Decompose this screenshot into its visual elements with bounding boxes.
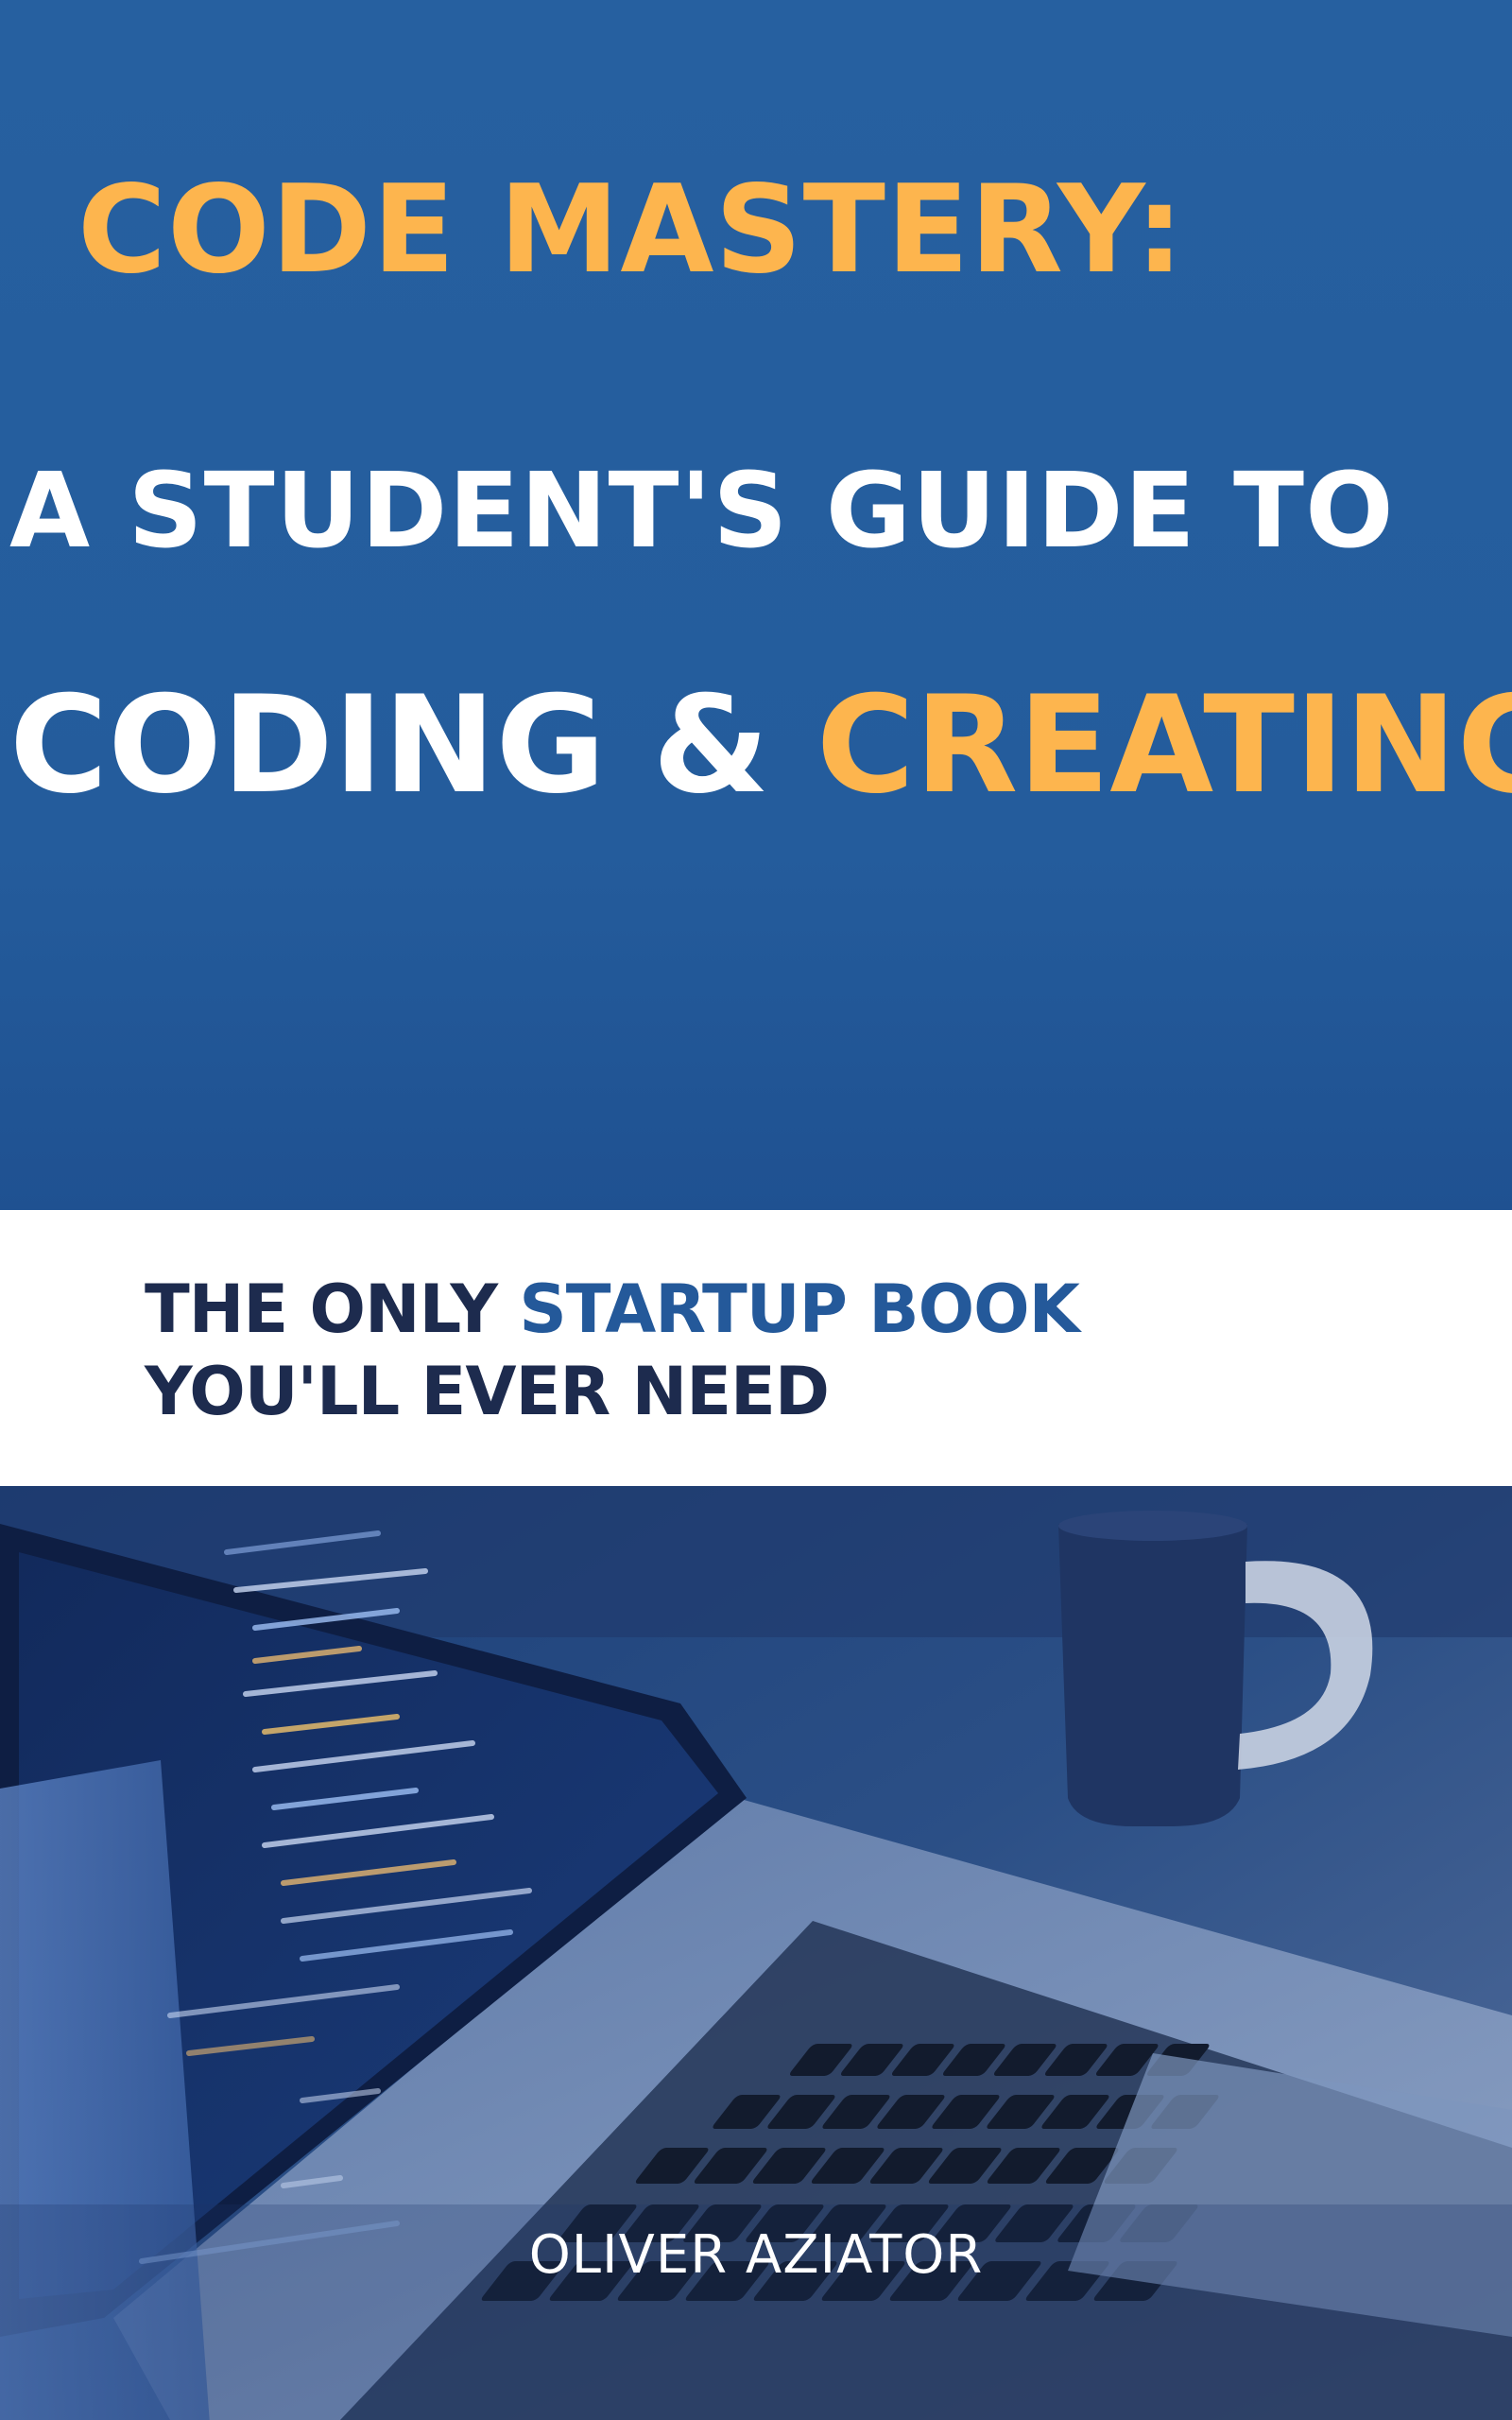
title-line-2: A STUDENT'S GUIDE TO (9, 450, 1395, 571)
subtitle-band (0, 1210, 1512, 1486)
subtitle-line-1-accent: STARTUP BOOK (519, 1270, 1080, 1348)
title-line-3-accent: CREATING (816, 667, 1512, 823)
subtitle-line-1: THE ONLY STARTUP BOOK (145, 1276, 1080, 1342)
title-line-3: CODING & CREATING (9, 679, 1512, 813)
subtitle-line-1-navy: THE ONLY (145, 1270, 520, 1348)
subtitle-line-2: YOU'LL EVER NEED (145, 1353, 830, 1430)
book-cover: CODE MASTERY: A STUDENT'S GUIDE TO CODIN… (0, 0, 1512, 2420)
title-line-1: CODE MASTERY: (77, 160, 1185, 301)
title-line-3-white: CODING & (9, 667, 816, 823)
author-name: OLIVER AZIATOR (528, 2224, 984, 2286)
